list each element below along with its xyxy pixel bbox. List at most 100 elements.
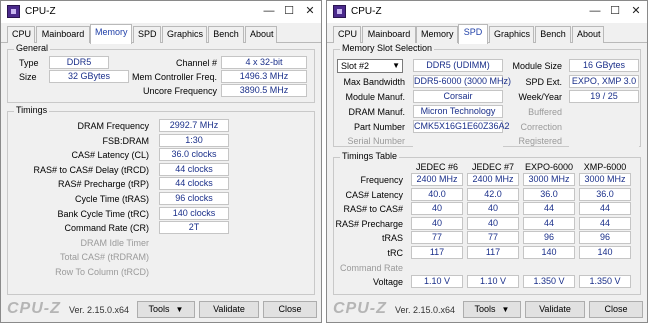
tab-mainboard[interactable]: Mainboard: [362, 26, 416, 43]
timing-cell: 40: [411, 217, 463, 230]
module-size-value: 16 GBytes: [569, 59, 639, 72]
dram-manuf-value: Micron Technology: [413, 105, 503, 118]
timing-cell: 42.0: [467, 188, 519, 201]
timing-cell: 44: [579, 217, 631, 230]
slot-select[interactable]: Slot #2 ▼: [337, 59, 403, 73]
window-title: CPU-Z: [351, 6, 382, 17]
timing-label: FSB:DRAM: [102, 136, 149, 146]
tab-mainboard[interactable]: Mainboard: [36, 26, 90, 43]
tab-bar: CPU Mainboard Memory SPD Graphics Bench …: [327, 23, 647, 44]
max-bandwidth-label: Max Bandwidth: [343, 77, 405, 87]
timing-value: 2T: [159, 221, 229, 234]
week-year-label: Week/Year: [518, 92, 562, 102]
timing-cell: 40: [467, 202, 519, 215]
timing-cell: 3000 MHz: [579, 173, 631, 186]
dropdown-arrow-icon: ▼: [501, 305, 510, 314]
cpuz-logo: CPU-Z: [333, 300, 387, 317]
tab-memory[interactable]: Memory: [90, 24, 132, 44]
tab-about[interactable]: About: [572, 26, 604, 43]
timing-row-label: Voltage: [372, 277, 403, 287]
mem-controller-label: Mem Controller Freq.: [131, 72, 217, 82]
validate-button[interactable]: Validate: [199, 301, 259, 318]
timing-label: Row To Column (tRCD): [55, 267, 149, 277]
close-window-button[interactable]: ✕: [300, 3, 320, 20]
cpuz-window-memory: CPU-Z — ☐ ✕ CPU Mainboard Memory SPD Gra…: [0, 0, 322, 323]
serial-number-label: Serial Number: [347, 136, 405, 146]
footer: CPU-Z Ver. 2.15.0.x64 Tools ▼ Validate Cl…: [1, 298, 321, 322]
minimize-button[interactable]: —: [259, 3, 279, 20]
timing-row-label: tRAS: [381, 233, 403, 243]
tab-spd[interactable]: SPD: [458, 24, 488, 44]
dropdown-arrow-icon: ▼: [175, 305, 184, 314]
tab-cpu[interactable]: CPU: [7, 26, 35, 43]
module-type-value: DDR5 (UDIMM): [413, 59, 503, 72]
cpuz-app-icon: [333, 5, 346, 18]
maximize-button[interactable]: ☐: [605, 3, 625, 20]
tab-graphics[interactable]: Graphics: [489, 26, 534, 43]
timing-row-label: CAS# Latency: [345, 190, 403, 200]
window-title: CPU-Z: [25, 6, 56, 17]
tab-bench[interactable]: Bench: [535, 26, 571, 43]
chevron-down-icon: ▼: [392, 61, 400, 70]
cpuz-app-icon: [7, 5, 20, 18]
spd-ext-value: EXPO, XMP 3.0: [569, 75, 639, 88]
timing-cell: 36.0: [523, 188, 575, 201]
timings-group-title: Timings: [14, 105, 50, 115]
timing-cell: 1.10 V: [411, 275, 463, 288]
max-bandwidth-value: DDR5-6000 (3000 MHz): [413, 75, 512, 88]
tools-label: Tools: [474, 304, 496, 314]
correction-value: [569, 120, 639, 133]
tab-bar: CPU Mainboard Memory SPD Graphics Bench …: [1, 23, 321, 44]
timing-row-label: tRC: [387, 248, 404, 258]
timing-row-label: Frequency: [360, 175, 403, 185]
timing-cell: [467, 261, 519, 274]
timing-cell: 140: [523, 246, 575, 259]
version-label: Ver. 2.15.0.x64: [395, 305, 456, 315]
dram-manuf-label: DRAM Manuf.: [348, 107, 405, 117]
timing-label: CAS# Latency (CL): [71, 150, 149, 160]
tab-spd[interactable]: SPD: [133, 26, 161, 43]
timing-label: Bank Cycle Time (tRC): [57, 209, 149, 219]
tab-about[interactable]: About: [245, 26, 277, 43]
close-window-button[interactable]: ✕: [626, 3, 646, 20]
close-button[interactable]: Close: [263, 301, 317, 318]
week-year-value: 19 / 25: [569, 90, 639, 103]
timing-value: [159, 236, 229, 249]
timing-cell: 1.350 V: [579, 275, 631, 288]
general-group-title: General: [14, 43, 51, 53]
timing-cell: 140: [579, 246, 631, 259]
tab-cpu[interactable]: CPU: [333, 26, 361, 43]
tab-memory[interactable]: Memory: [416, 26, 458, 43]
buffered-value: [569, 105, 639, 118]
timing-column-header: JEDEC #7: [471, 162, 515, 172]
minimize-button[interactable]: —: [585, 3, 605, 20]
tab-graphics[interactable]: Graphics: [162, 26, 207, 43]
timing-label: RAS# to CAS# Delay (tRCD): [33, 165, 149, 175]
close-button[interactable]: Close: [589, 301, 643, 318]
timing-value: 96 clocks: [159, 192, 229, 205]
uncore-label: Uncore Frequency: [142, 86, 217, 96]
tools-button[interactable]: Tools ▼: [463, 301, 521, 318]
timing-label: Total CAS# (tRDRAM): [59, 252, 149, 262]
timing-cell: 2400 MHz: [467, 173, 519, 186]
channel-value: 4 x 32-bit: [221, 56, 307, 69]
serial-number-value: [413, 134, 503, 147]
type-value: DDR5: [49, 56, 109, 69]
maximize-button[interactable]: ☐: [279, 3, 299, 20]
tools-button[interactable]: Tools ▼: [137, 301, 195, 318]
timing-cell: 96: [579, 231, 631, 244]
title-bar[interactable]: CPU-Z — ☐ ✕: [327, 1, 647, 23]
mem-controller-value: 1496.3 MHz: [221, 70, 307, 83]
timing-cell: 3000 MHz: [523, 173, 575, 186]
validate-button[interactable]: Validate: [525, 301, 585, 318]
type-label: Type: [19, 58, 39, 68]
timing-cell: 2400 MHz: [411, 173, 463, 186]
timing-cell: [523, 261, 575, 274]
timing-value: 44 clocks: [159, 163, 229, 176]
footer: CPU-Z Ver. 2.15.0.x64 Tools ▼ Validate Cl…: [327, 298, 647, 322]
timing-row-label: RAS# to CAS#: [343, 204, 403, 214]
timing-label: DRAM Idle Timer: [80, 238, 149, 248]
timing-cell: 117: [467, 246, 519, 259]
title-bar[interactable]: CPU-Z — ☐ ✕: [1, 1, 321, 23]
tab-bench[interactable]: Bench: [208, 26, 244, 43]
